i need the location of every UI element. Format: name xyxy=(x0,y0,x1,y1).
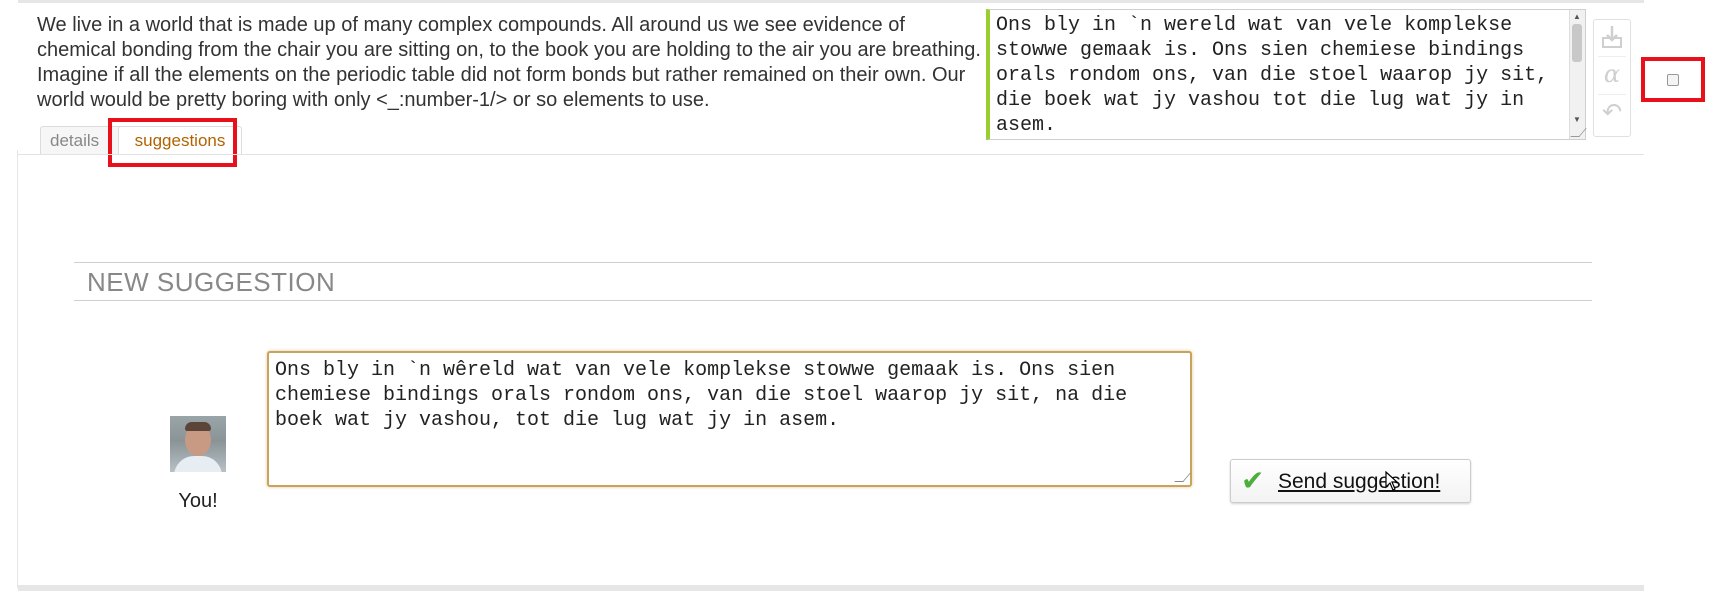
translation-textarea[interactable]: Ons bly in `n wereld wat van vele komple… xyxy=(996,13,1564,138)
checkmark-icon: ✔ xyxy=(1241,464,1265,497)
resize-grip-icon[interactable] xyxy=(1174,473,1191,482)
send-suggestion-button[interactable]: ✔ Send suggestion! xyxy=(1230,459,1471,503)
suggestion-editor[interactable]: Ons bly in `n wêreld wat van vele komple… xyxy=(267,351,1192,487)
scroll-down-arrow-icon[interactable]: ▼ xyxy=(1572,115,1582,125)
select-checkbox[interactable] xyxy=(1667,74,1679,86)
bottom-divider xyxy=(18,585,1644,591)
source-text: We live in a world that is made up of ma… xyxy=(37,14,981,111)
editor-tools: α ↶ xyxy=(1593,19,1631,137)
top-divider xyxy=(18,0,1644,3)
user-label: You! xyxy=(178,490,218,512)
mouse-cursor-icon xyxy=(1385,471,1399,491)
scroll-up-arrow-icon[interactable]: ▲ xyxy=(1572,12,1582,22)
translation-editor[interactable]: Ons bly in `n wereld wat van vele komple… xyxy=(986,9,1587,140)
send-suggestion-label: Send suggestion! xyxy=(1278,470,1441,493)
tool-divider xyxy=(1598,56,1626,57)
suggestion-textarea[interactable]: Ons bly in `n wêreld wat van vele komple… xyxy=(275,358,1180,433)
copy-source-icon[interactable] xyxy=(1594,24,1630,56)
tool-divider xyxy=(1598,94,1626,95)
tab-divider xyxy=(18,154,1644,155)
scroll-thumb[interactable] xyxy=(1572,24,1582,62)
undo-icon[interactable]: ↶ xyxy=(1594,98,1630,127)
left-divider xyxy=(17,150,18,588)
scrollbar[interactable]: ▲ ▼ xyxy=(1569,10,1585,139)
section-rule-top xyxy=(74,262,1592,263)
special-characters-icon[interactable]: α xyxy=(1594,60,1630,88)
avatar xyxy=(170,416,226,472)
section-heading: NEW SUGGESTION xyxy=(87,267,336,297)
suggestions-tab-highlight xyxy=(108,118,237,167)
section-rule-bottom xyxy=(74,300,1592,301)
